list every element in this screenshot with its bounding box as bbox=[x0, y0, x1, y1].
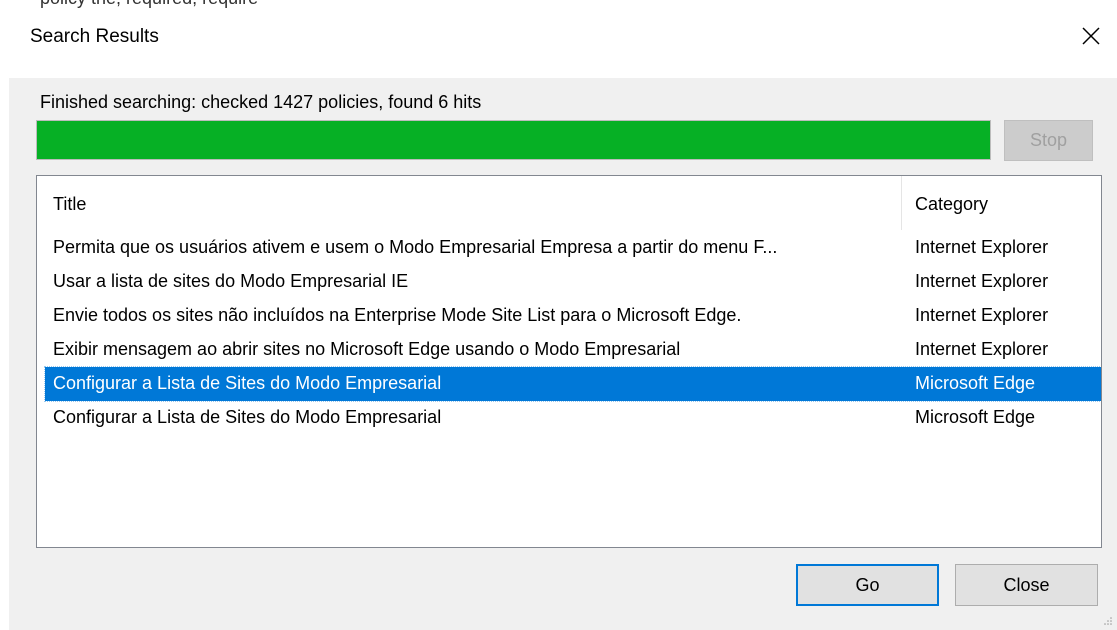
table-row[interactable]: Configurar a Lista de Sites do Modo Empr… bbox=[44, 366, 1101, 402]
table-row[interactable]: Configurar a Lista de Sites do Modo Empr… bbox=[37, 401, 1101, 435]
row-category: Internet Explorer bbox=[915, 271, 1049, 291]
row-category: Internet Explorer bbox=[915, 237, 1049, 257]
row-category: Internet Explorer bbox=[915, 339, 1049, 359]
row-category: Microsoft Edge bbox=[915, 373, 1036, 393]
column-header-title[interactable]: Title bbox=[53, 194, 86, 215]
results-list[interactable]: Title Category Permita que os usuários a… bbox=[36, 175, 1102, 548]
progress-fill bbox=[37, 121, 990, 159]
row-title: Permita que os usuários ativem e usem o … bbox=[53, 237, 778, 257]
resize-grip-icon[interactable] bbox=[1103, 616, 1113, 626]
table-row[interactable]: Permita que os usuários ativem e usem o … bbox=[37, 231, 1101, 265]
search-results-dialog: Search Results policy the, required, req… bbox=[0, 0, 1117, 630]
row-title: Configurar a Lista de Sites do Modo Empr… bbox=[53, 373, 442, 393]
background-window-strip: policy the, required, require bbox=[0, 0, 1117, 9]
row-category: Microsoft Edge bbox=[915, 407, 1036, 427]
row-title: Configurar a Lista de Sites do Modo Empr… bbox=[53, 407, 442, 427]
search-status-text: Finished searching: checked 1427 policie… bbox=[40, 92, 482, 112]
title-bar: Search Results bbox=[0, 0, 1117, 78]
row-title: Envie todos os sites não incluídos na En… bbox=[53, 305, 742, 325]
table-row[interactable]: Exibir mensagem ao abrir sites no Micros… bbox=[37, 333, 1101, 367]
stop-button[interactable]: Stop bbox=[1004, 120, 1093, 161]
search-progress-bar bbox=[36, 120, 991, 160]
close-button[interactable]: Close bbox=[955, 564, 1098, 606]
row-title: Exibir mensagem ao abrir sites no Micros… bbox=[53, 339, 681, 359]
background-window-text: policy the, required, require bbox=[40, 0, 258, 9]
list-header: Title Category bbox=[37, 176, 1101, 230]
table-row[interactable]: Envie todos os sites não incluídos na En… bbox=[37, 299, 1101, 333]
background-window-edge bbox=[0, 0, 9, 630]
column-header-category[interactable]: Category bbox=[915, 194, 988, 215]
window-title: Search Results bbox=[30, 26, 159, 47]
close-icon[interactable] bbox=[1077, 22, 1105, 50]
table-row[interactable]: Usar a lista de sites do Modo Empresaria… bbox=[37, 265, 1101, 299]
row-category: Internet Explorer bbox=[915, 305, 1049, 325]
row-title: Usar a lista de sites do Modo Empresaria… bbox=[53, 271, 409, 291]
column-divider[interactable] bbox=[901, 176, 902, 230]
results-rows: Permita que os usuários ativem e usem o … bbox=[37, 231, 1101, 435]
go-button[interactable]: Go bbox=[796, 564, 939, 606]
